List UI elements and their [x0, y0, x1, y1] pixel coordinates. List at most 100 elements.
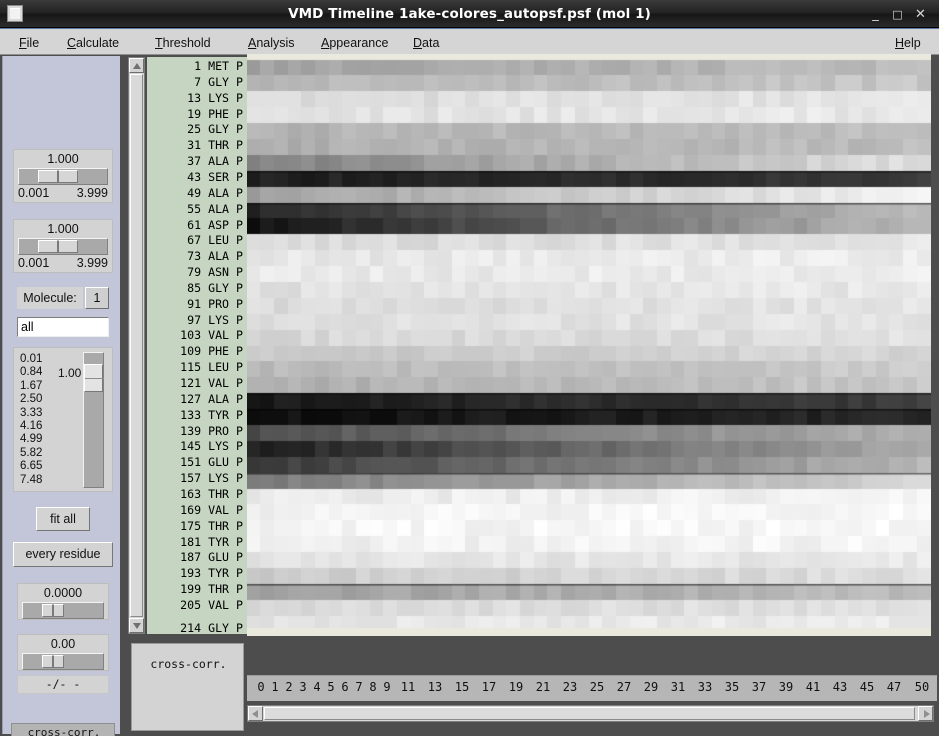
molecule-value-button[interactable]: 1: [85, 287, 109, 309]
scroll-down-arrow-icon[interactable]: [129, 618, 144, 633]
menu-calculate[interactable]: Calculate: [62, 34, 124, 52]
residue-row-label[interactable]: 109 PHE P: [180, 344, 243, 360]
color-legend-title: cross-corr.: [27, 726, 101, 736]
residue-row-label[interactable]: 127 ALA P: [180, 392, 243, 408]
frame-axis-tick: 47: [886, 680, 902, 694]
residue-row-label[interactable]: 19 PHE P: [180, 107, 243, 123]
menu-bar: File Calculate Threshold Analysis Appear…: [0, 28, 939, 55]
residue-row-label[interactable]: 133 TYR P: [180, 408, 243, 424]
residue-row-label[interactable]: 139 PRO P: [180, 424, 243, 440]
close-button[interactable]: ✕: [912, 6, 929, 23]
residue-row-label[interactable]: 199 THR P: [180, 582, 243, 598]
threshold-slider-2-min: 0.001: [18, 256, 50, 270]
threshold-slider-2-range: 0.001 3.999: [14, 255, 112, 270]
residue-row-label[interactable]: 214 GLY P: [180, 621, 243, 634]
frame-axis-tick: 45: [859, 680, 875, 694]
vertical-scale-tick: 2.50: [20, 393, 43, 406]
frame-slider-track[interactable]: [22, 602, 104, 619]
timeline-horizontal-scrollbar[interactable]: [247, 705, 934, 722]
residue-row-label[interactable]: 25 GLY P: [180, 122, 243, 138]
vertical-scale-scrollbar-thumb[interactable]: [84, 364, 104, 392]
residue-row-label[interactable]: 97 LYS P: [180, 313, 243, 329]
heatmap-canvas[interactable]: [247, 54, 931, 636]
scroll-up-arrow-icon[interactable]: [129, 58, 144, 73]
residue-row-label[interactable]: 7 GLY P: [180, 75, 243, 91]
frame-axis-tick: 43: [832, 680, 848, 694]
residue-label-column[interactable]: 1 MET P 7 GLY P 13 LYS P 19 PHE P 25 GLY…: [147, 57, 247, 634]
left-sidebar: 1.000 0.001 3.999 1.000 0.001 3.999 Mole…: [2, 56, 120, 736]
value-slider-thumb-a[interactable]: [42, 655, 53, 668]
frame-slider-value: 0.0000: [43, 586, 83, 600]
maximize-button[interactable]: □: [889, 6, 906, 23]
selection-input[interactable]: all: [17, 317, 109, 337]
menu-data[interactable]: Data: [408, 34, 444, 52]
threshold-slider-1-thumb-b[interactable]: [58, 170, 78, 183]
residue-row-label[interactable]: 91 PRO P: [180, 297, 243, 313]
menu-appearance[interactable]: Appearance: [316, 34, 393, 52]
threshold-slider-1-thumb-a[interactable]: [38, 170, 58, 183]
residue-row-label[interactable]: 43 SER P: [180, 170, 243, 186]
frame-axis-tick: 21: [535, 680, 551, 694]
residue-row-label[interactable]: 145 LYS P: [180, 439, 243, 455]
menu-help[interactable]: Help: [890, 34, 926, 52]
menu-threshold[interactable]: Threshold: [150, 34, 216, 52]
vertical-scale-tick: 0.84: [20, 366, 43, 379]
vertical-scale-scrollbar[interactable]: [83, 352, 104, 488]
frame-axis-tick: 27: [616, 680, 632, 694]
residue-row-label[interactable]: 151 GLU P: [180, 455, 243, 471]
threshold-slider-2-value: 1.000: [47, 222, 79, 236]
frame-axis-tick: 9: [383, 680, 391, 694]
residue-row-label[interactable]: 163 THR P: [180, 487, 243, 503]
threshold-slider-2-thumb-a[interactable]: [38, 240, 58, 253]
vertical-scale-tick: 6.65: [20, 460, 43, 473]
residue-row-label[interactable]: 37 ALA P: [180, 154, 243, 170]
threshold-slider-2-thumb-b[interactable]: [58, 240, 78, 253]
residue-vertical-scrollbar[interactable]: [128, 57, 145, 634]
residue-row-label[interactable]: 13 LYS P: [180, 91, 243, 107]
threshold-slider-2-track[interactable]: [18, 238, 108, 255]
frame-axis-tick: 29: [643, 680, 659, 694]
minimize-button[interactable]: _: [867, 6, 884, 23]
residue-row-label[interactable]: 157 LYS P: [180, 471, 243, 487]
residue-row-label[interactable]: 61 ASP P: [180, 218, 243, 234]
residue-row-label[interactable]: 193 TYR P: [180, 566, 243, 582]
menu-file[interactable]: File: [14, 34, 44, 52]
residue-row-label[interactable]: 103 VAL P: [180, 328, 243, 344]
frame-slider-thumb-a[interactable]: [42, 604, 53, 617]
vertical-scale-current: 1.00: [58, 366, 82, 380]
timeline-horizontal-scrollbar-thumb[interactable]: [264, 707, 915, 720]
residue-row-label[interactable]: 73 ALA P: [180, 249, 243, 265]
timeline-heatmap[interactable]: [247, 54, 931, 636]
scroll-right-arrow-icon[interactable]: [918, 706, 933, 721]
residue-vertical-scrollbar-thumb[interactable]: [130, 74, 143, 617]
residue-row-label[interactable]: 31 THR P: [180, 138, 243, 154]
frame-slider-thumb-b[interactable]: [53, 604, 64, 617]
menu-analysis[interactable]: Analysis: [243, 34, 300, 52]
info-panel: cross-corr.: [131, 643, 244, 731]
value-slider-track[interactable]: [22, 653, 104, 670]
frame-readout: -/- -: [17, 675, 109, 694]
value-slider-thumb-b[interactable]: [53, 655, 64, 668]
scroll-left-arrow-icon[interactable]: [248, 706, 263, 721]
threshold-slider-1-min: 0.001: [18, 186, 50, 200]
residue-row-label[interactable]: 121 VAL P: [180, 376, 243, 392]
residue-row-label[interactable]: 115 LEU P: [180, 360, 243, 376]
every-residue-button[interactable]: every residue: [13, 542, 113, 567]
threshold-slider-1-track[interactable]: [18, 168, 108, 185]
vertical-scale-values: 0.01 0.84 1.67 2.50 3.33 4.16 4.99 5.82 6.65 7.48: [20, 353, 60, 487]
residue-row-label[interactable]: 1 MET P: [180, 59, 243, 75]
residue-row-label[interactable]: 187 GLU P: [180, 550, 243, 566]
frame-slider-panel: 0.0000: [17, 583, 109, 620]
residue-row-label[interactable]: 67 LEU P: [180, 233, 243, 249]
residue-row-label[interactable]: 181 TYR P: [180, 535, 243, 551]
residue-row-label[interactable]: 169 VAL P: [180, 503, 243, 519]
fit-all-button[interactable]: fit all: [36, 507, 90, 531]
residue-row-label[interactable]: 49 ALA P: [180, 186, 243, 202]
residue-row-label[interactable]: 85 GLY P: [180, 281, 243, 297]
residue-row-label[interactable]: 205 VAL P: [180, 598, 243, 614]
vmd-timeline-window: VMD Timeline 1ake-colores_autopsf.psf (m…: [0, 0, 939, 736]
residue-row-label[interactable]: 79 ASN P: [180, 265, 243, 281]
threshold-slider-panel-2: 1.000 0.001 3.999: [13, 219, 113, 273]
residue-row-label[interactable]: 175 THR P: [180, 519, 243, 535]
residue-row-label[interactable]: 55 ALA P: [180, 202, 243, 218]
